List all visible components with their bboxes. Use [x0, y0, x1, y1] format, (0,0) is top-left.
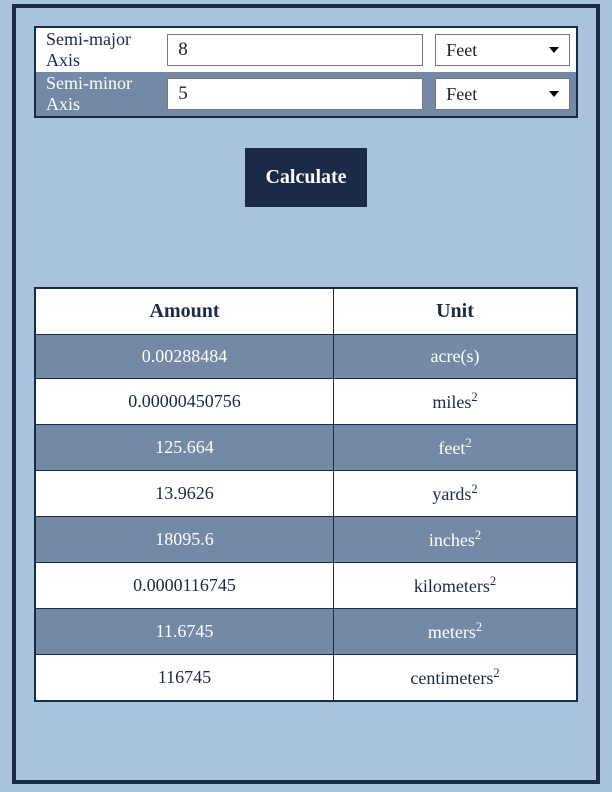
table-row: 125.664feet2: [35, 425, 577, 471]
amount-cell: 116745: [35, 655, 334, 702]
semi-minor-unit-select[interactable]: Feet: [435, 78, 570, 110]
semi-major-unit-select[interactable]: Feet: [435, 34, 570, 66]
table-row: 13.9626yards2: [35, 471, 577, 517]
semi-minor-row: Semi-minor Axis Feet: [36, 72, 576, 116]
unit-cell: kilometers2: [334, 563, 577, 609]
calculate-wrap: Calculate: [34, 148, 578, 207]
header-unit: Unit: [334, 288, 577, 335]
amount-cell: 13.9626: [35, 471, 334, 517]
semi-major-unit-value: Feet: [436, 40, 549, 61]
amount-cell: 11.6745: [35, 609, 334, 655]
chevron-down-icon: [549, 91, 559, 97]
semi-major-row: Semi-major Axis Feet: [36, 28, 576, 72]
results-header-row: Amount Unit: [35, 288, 577, 335]
header-amount: Amount: [35, 288, 334, 335]
table-row: 0.0000116745kilometers2: [35, 563, 577, 609]
table-row: 18095.6inches2: [35, 517, 577, 563]
unit-cell: meters2: [334, 609, 577, 655]
amount-cell: 18095.6: [35, 517, 334, 563]
unit-cell: feet2: [334, 425, 577, 471]
table-row: 0.00288484acre(s): [35, 335, 577, 379]
unit-cell: inches2: [334, 517, 577, 563]
unit-cell: miles2: [334, 379, 577, 425]
semi-major-label: Semi-major Axis: [36, 28, 167, 72]
unit-cell: yards2: [334, 471, 577, 517]
amount-cell: 125.664: [35, 425, 334, 471]
amount-cell: 0.00000450756: [35, 379, 334, 425]
unit-cell: acre(s): [334, 335, 577, 379]
amount-cell: 0.00288484: [35, 335, 334, 379]
table-row: 116745centimeters2: [35, 655, 577, 702]
chevron-down-icon: [549, 47, 559, 53]
calculator-frame: Semi-major Axis Feet Semi-minor Axis Fee…: [12, 4, 600, 784]
table-row: 11.6745meters2: [35, 609, 577, 655]
semi-minor-input[interactable]: [167, 78, 423, 110]
semi-minor-label: Semi-minor Axis: [36, 72, 167, 116]
table-row: 0.00000450756miles2: [35, 379, 577, 425]
amount-cell: 0.0000116745: [35, 563, 334, 609]
calculate-button[interactable]: Calculate: [245, 148, 366, 207]
semi-minor-unit-value: Feet: [436, 84, 549, 105]
results-table: Amount Unit 0.00288484acre(s)0.000004507…: [34, 287, 578, 702]
unit-cell: centimeters2: [334, 655, 577, 702]
semi-major-input[interactable]: [167, 34, 423, 66]
input-panel: Semi-major Axis Feet Semi-minor Axis Fee…: [34, 26, 578, 118]
